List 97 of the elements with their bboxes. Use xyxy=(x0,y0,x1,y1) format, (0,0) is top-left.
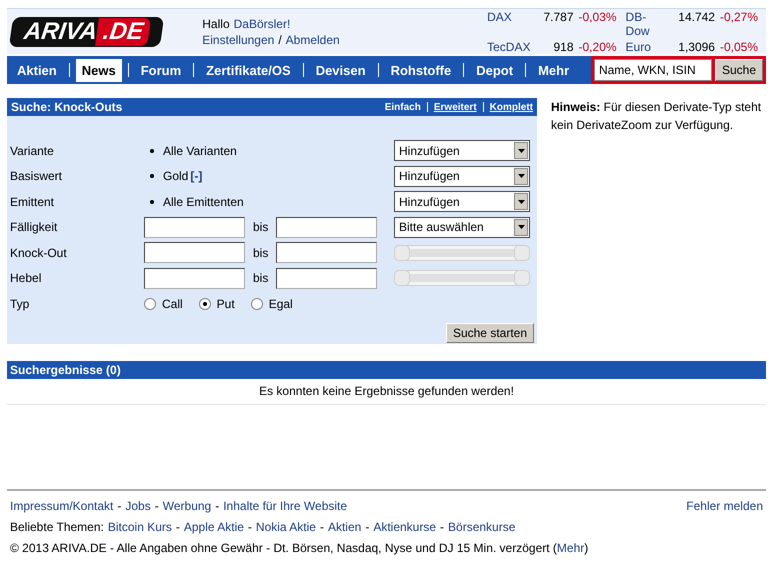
radio-button[interactable] xyxy=(198,298,211,310)
range-separator: bis xyxy=(253,246,268,260)
link[interactable]: Impressum/Kontakt xyxy=(10,499,114,513)
index-value: 1,3096 xyxy=(678,40,715,54)
text: - xyxy=(320,520,324,534)
search-button[interactable]: Suche xyxy=(714,59,763,81)
radio-button[interactable] xyxy=(144,298,156,310)
index-change: -0,03% xyxy=(578,10,617,26)
text: - xyxy=(440,520,444,534)
index-change: -0,05% xyxy=(720,40,758,54)
mode-link[interactable]: Erweitert xyxy=(434,102,477,112)
field-value: Alle Emittenten xyxy=(163,194,244,209)
caret-icon xyxy=(514,218,528,236)
index-change: -0,20% xyxy=(578,40,617,54)
search-field[interactable]: Name, WKN, ISIN xyxy=(594,59,712,81)
link[interactable]: Aktien xyxy=(328,520,362,534)
hint-text: Hinweis: Für diesen Derivate-Typ steht kein DerivateZoom zur Verfügung. xyxy=(551,99,762,134)
link[interactable]: Abmelden xyxy=(286,32,340,46)
submit-button[interactable]: Suche starten xyxy=(446,322,534,342)
results-title: Suchergebnisse (0) xyxy=(10,363,121,377)
field-label: Fälligkeit xyxy=(10,220,58,234)
radio-label: Put xyxy=(216,296,235,311)
text: - xyxy=(248,520,252,534)
link[interactable]: Jobs xyxy=(125,499,151,513)
nav-tab[interactable]: Aktien xyxy=(11,58,63,82)
logo[interactable]: ARIVA.DE xyxy=(8,16,164,46)
index-name[interactable]: DAX xyxy=(487,10,530,38)
nav-tab[interactable]: Devisen xyxy=(310,58,372,82)
copyright-text: © 2013 ARIVA.DE - Alle Angaben ohne Gewähr - Dt. Börsen, Nasdaq, Nyse und DJ 15 Min. verzögert (Mehr) xyxy=(10,541,590,555)
greeting-text: Hallo xyxy=(202,16,230,30)
link[interactable]: Einstellungen xyxy=(202,32,274,46)
text: - xyxy=(365,520,370,534)
index-value: 7.787 xyxy=(543,10,574,26)
link[interactable]: Apple Aktie xyxy=(184,520,244,534)
nav-tab[interactable]: News xyxy=(76,58,122,82)
bullet-icon xyxy=(150,174,154,178)
panel-title: Suche: Knock-Outs xyxy=(11,100,122,114)
field-label: Emittent xyxy=(10,194,56,209)
link[interactable]: Aktienkurse xyxy=(373,520,436,534)
link[interactable]: Bitcoin Kurs xyxy=(108,520,172,534)
text: Beliebte Themen: xyxy=(10,520,104,534)
text: - xyxy=(154,499,159,513)
to-field[interactable] xyxy=(276,242,378,264)
to-field[interactable] xyxy=(276,268,378,289)
radio-label: Egal xyxy=(268,296,293,311)
link[interactable]: Werbung xyxy=(162,499,212,513)
range-separator: bis xyxy=(253,220,268,234)
field-label: Typ xyxy=(10,296,30,311)
field-label: Hebel xyxy=(10,271,42,286)
nav-tab[interactable]: Mehr xyxy=(532,58,576,82)
nav-tab[interactable]: Depot xyxy=(470,58,520,82)
link[interactable]: Nokia Aktie xyxy=(256,520,316,534)
text: - xyxy=(215,499,220,513)
dropdown[interactable]: Hinzufügen xyxy=(394,166,530,187)
bullet-icon xyxy=(150,200,154,204)
dropdown[interactable]: Hinzufügen xyxy=(394,191,530,212)
caret-icon xyxy=(514,168,528,185)
index-name[interactable]: Euro xyxy=(626,40,666,54)
text: / xyxy=(278,32,282,46)
index-change: -0,27% xyxy=(720,10,758,26)
caret-icon xyxy=(514,142,528,160)
range-separator: bis xyxy=(253,271,268,286)
nav-tab[interactable]: Forum xyxy=(134,58,188,82)
to-field[interactable] xyxy=(276,216,378,238)
from-field[interactable] xyxy=(144,242,245,264)
from-field[interactable] xyxy=(144,268,245,289)
field-label: Basiswert xyxy=(10,169,64,184)
text: - xyxy=(117,499,122,513)
more-link[interactable]: Mehr xyxy=(556,541,584,555)
field-label: Variante xyxy=(10,144,55,158)
range-slider[interactable] xyxy=(394,244,530,261)
index-name[interactable]: DB-Dow xyxy=(626,10,666,38)
radio-button[interactable] xyxy=(250,298,263,310)
field-label: Knock-Out xyxy=(10,246,68,260)
dropdown[interactable]: Bitte auswählen xyxy=(394,216,530,238)
username-link[interactable]: DaBörsler! xyxy=(234,16,290,30)
link[interactable]: Börsenkurse xyxy=(448,520,516,534)
dropdown[interactable]: Hinzufügen xyxy=(394,140,530,162)
index-name[interactable]: TecDAX xyxy=(487,40,530,54)
caret-icon xyxy=(514,193,528,210)
index-value: 14.742 xyxy=(678,10,715,26)
field-value: Alle Varianten xyxy=(163,144,237,158)
mode-link[interactable]: Komplett xyxy=(490,102,533,112)
radio-label: Call xyxy=(162,296,183,311)
link[interactable]: Inhalte für Ihre Website xyxy=(223,499,348,513)
mode-link[interactable]: Einfach xyxy=(384,102,421,112)
index-value: 918 xyxy=(552,40,574,54)
field-value: Gold xyxy=(163,169,188,184)
bullet-icon xyxy=(150,148,154,153)
nav-tab[interactable]: Rohstoffe xyxy=(384,58,458,82)
from-field[interactable] xyxy=(144,216,245,238)
range-slider[interactable] xyxy=(394,270,530,286)
remove-link[interactable]: [-] xyxy=(190,169,202,184)
report-link[interactable]: Fehler melden xyxy=(686,499,763,513)
results-message: Es konnten keine Ergebnisse gefunden werden! xyxy=(7,379,766,405)
text: - xyxy=(176,520,180,534)
nav-tab[interactable]: Zertifikate/OS xyxy=(200,58,297,82)
